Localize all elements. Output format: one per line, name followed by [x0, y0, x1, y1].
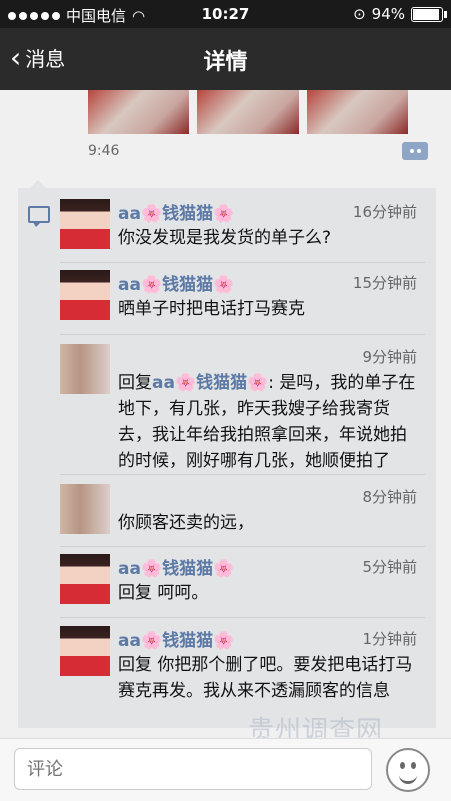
comment-input[interactable] — [15, 749, 359, 789]
post-photos — [88, 90, 408, 134]
comment-text: 你顾客还卖的远， — [118, 513, 254, 533]
avatar[interactable] — [60, 554, 110, 604]
status-right: ⊙ 94% — [353, 5, 447, 23]
comment-time: 9分钟前 — [362, 348, 417, 366]
comment-item: aa🌸钱猫猫🌸 16分钟前 你没发现是我发货的单子么? — [60, 199, 425, 259]
comment-text: 回复 呵呵。 — [118, 583, 209, 603]
comment-item: aa🌸钱猫猫🌸 5分钟前 回复 呵呵。 — [60, 554, 425, 614]
comment-author[interactable]: aa🌸钱猫猫🌸 — [118, 626, 234, 651]
avatar[interactable] — [60, 484, 110, 534]
post-photo[interactable] — [88, 90, 190, 134]
comment-input-box[interactable] — [14, 748, 372, 790]
post-photo[interactable] — [197, 90, 299, 134]
comment-item: aa🌸钱猫猫🌸 15分钟前 晒单子时把电话打马赛克 — [60, 270, 425, 330]
divider — [60, 546, 425, 547]
post-photo[interactable] — [306, 90, 408, 134]
reply-target[interactable]: aa🌸钱猫猫🌸 — [152, 373, 268, 393]
divider — [60, 334, 425, 335]
more-actions-button[interactable] — [402, 142, 428, 160]
comment-text: 晒单子时把电话打马赛克 — [118, 299, 305, 319]
comment-author[interactable]: aa🌸钱猫猫🌸 — [118, 554, 234, 579]
comment-icon — [28, 206, 50, 227]
avatar[interactable] — [60, 626, 110, 676]
comment-time: 16分钟前 — [352, 203, 417, 221]
divider — [60, 474, 425, 475]
battery-percent: 94% — [371, 5, 405, 23]
rotation-lock-icon: ⊙ — [353, 5, 366, 23]
comment-author[interactable]: aa🌸钱猫猫🌸 — [118, 270, 234, 295]
emoji-button[interactable] — [386, 748, 430, 792]
emoji-eye — [411, 762, 416, 769]
comment-item: 8分钟前 你顾客还卖的远， — [60, 484, 425, 544]
comment-time: 15分钟前 — [352, 274, 417, 292]
comment-footer — [0, 738, 451, 801]
avatar[interactable] — [60, 344, 110, 394]
avatar[interactable] — [60, 270, 110, 320]
divider — [60, 617, 425, 618]
battery-icon — [411, 6, 447, 22]
reply-prefix: 回复 — [118, 373, 152, 393]
comment-text: 你没发现是我发货的单子么? — [118, 228, 332, 248]
comment-time: 1分钟前 — [362, 630, 417, 648]
comment-time: 8分钟前 — [362, 488, 417, 506]
avatar[interactable] — [60, 199, 110, 249]
nav-bar: ‹ 消息 详情 — [0, 28, 451, 90]
page-title: 详情 — [203, 50, 248, 75]
status-bar: 中国电信 ◠ 10:27 ⊙ 94% — [0, 0, 451, 28]
emoji-mouth — [399, 772, 417, 784]
comment-item: 9分钟前 回复aa🌸钱猫猫🌸: 是吗，我的单子在地下，有几张，昨天我嫂子给我寄货… — [60, 344, 425, 474]
comment-time: 5分钟前 — [362, 558, 417, 576]
emoji-eye — [400, 762, 405, 769]
comment-text: 回复 你把那个删了吧。要发把电话打马赛克再发。我从来不透漏顾客的信息 — [118, 655, 413, 701]
post-time: 9:46 — [88, 143, 120, 159]
comment-author[interactable]: aa🌸钱猫猫🌸 — [118, 199, 234, 224]
comment-text: 回复aa🌸钱猫猫🌸: 是吗，我的单子在地下，有几张，昨天我嫂子给我寄货去，我让年… — [118, 370, 418, 474]
divider — [60, 262, 425, 263]
